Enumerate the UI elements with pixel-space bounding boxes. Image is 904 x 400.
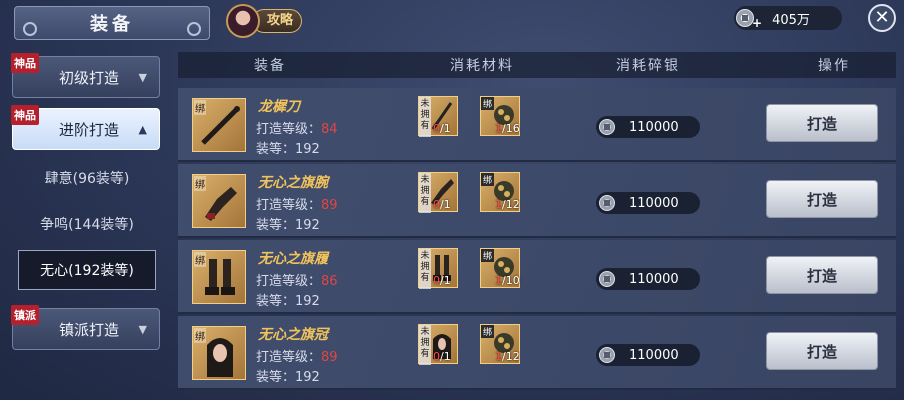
equipment-name: 无心之旗腕	[258, 175, 328, 191]
equipment-icon-crown[interactable]: 绑	[192, 326, 246, 380]
equip-level: 装等：192	[256, 294, 320, 309]
category-label: 进阶打造	[58, 120, 119, 139]
table-row: 绑 无心之旗腕 打造等级：89 装等：192 未拥有 0/1 绑 1/12 11…	[178, 164, 896, 238]
category-basic-forge[interactable]: 神品 初级打造 ▼	[11, 53, 160, 98]
material-ore-icon[interactable]: 绑 1/12	[480, 324, 520, 364]
silver-cost: 110000	[596, 344, 700, 366]
forge-button[interactable]: 打造	[766, 256, 878, 294]
forge-button[interactable]: 打造	[766, 104, 878, 142]
column-header: 消耗材料	[450, 58, 514, 74]
category-label: 镇派打造	[58, 320, 119, 339]
silver-coin-icon	[736, 9, 754, 27]
cost-value: 110000	[629, 119, 679, 135]
forge-button[interactable]: 打造	[766, 180, 878, 218]
material-count: 1/16	[495, 122, 520, 135]
equip-level: 装等：192	[256, 370, 320, 385]
silver-coin-icon	[599, 195, 615, 211]
strategy-button[interactable]: 攻略	[226, 4, 302, 38]
forge-level: 打造等级：86	[256, 274, 338, 289]
subcategory-item[interactable]: 肆意(96装等)	[18, 158, 156, 198]
not-owned-tag: 未拥有	[419, 325, 431, 365]
material-ore-icon[interactable]: 绑 1/12	[480, 172, 520, 212]
silver-balance[interactable]: + 405万	[734, 6, 842, 30]
category-tag: 镇派	[11, 305, 39, 325]
subcategory-item[interactable]: 争鸣(144装等)	[18, 204, 156, 244]
silver-cost: 110000	[596, 268, 700, 290]
page-title-box: 装备	[14, 6, 210, 40]
chevron-up-icon: ▲	[138, 122, 147, 136]
bound-tag: 绑	[481, 325, 495, 338]
material-count: 0/1	[433, 198, 451, 211]
material-weapon-icon[interactable]: 未拥有 0/1	[418, 96, 458, 137]
forge-level: 打造等级：89	[256, 198, 338, 213]
equipment-name: 无心之旗冠	[258, 327, 328, 343]
bound-tag: 绑	[194, 328, 206, 343]
not-owned-tag: 未拥有	[419, 97, 431, 137]
column-header: 装备	[254, 58, 286, 74]
silver-coin-icon	[599, 271, 615, 287]
bound-tag: 绑	[481, 249, 495, 262]
silver-amount: 405万	[772, 12, 810, 28]
equipment-icon-boots[interactable]: 绑	[192, 250, 246, 304]
chevron-down-icon: ▼	[138, 70, 147, 84]
subcategory-item-selected[interactable]: 无心(192装等)	[18, 250, 156, 290]
bound-tag: 绑	[194, 176, 206, 191]
title-ornament-right-icon	[187, 22, 201, 36]
material-count: 0/1	[433, 122, 451, 135]
cost-value: 110000	[629, 195, 679, 211]
cost-value: 110000	[629, 271, 679, 287]
table-row: 绑 无心之旗履 打造等级：86 装等：192 未拥有 0/1 绑 1/10 11…	[178, 240, 896, 314]
table-row: 绑 无心之旗冠 打造等级：89 装等：192 未拥有 0/1 绑 1/12 11…	[178, 316, 896, 390]
column-header: 消耗碎银	[616, 58, 680, 74]
material-ore-icon[interactable]: 绑 1/10	[480, 248, 520, 288]
equip-level: 装等：192	[256, 142, 320, 157]
material-crown-icon[interactable]: 未拥有 0/1	[418, 324, 458, 365]
bound-tag: 绑	[481, 173, 495, 186]
material-bracer-icon[interactable]: 未拥有 0/1	[418, 172, 458, 213]
material-count: 1/12	[495, 350, 520, 363]
silver-cost: 110000	[596, 116, 700, 138]
silver-cost: 110000	[596, 192, 700, 214]
forge-table: 装备 消耗材料 消耗碎银 操作 绑 龙樨刀 打造等级：84 装等：192 未拥有…	[178, 52, 896, 400]
strategy-avatar	[226, 4, 260, 38]
title-ornament-left-icon	[23, 22, 37, 36]
equipment-icon-saber[interactable]: 绑	[192, 98, 246, 152]
bound-tag: 绑	[194, 252, 206, 267]
silver-coin-icon	[599, 347, 615, 363]
page-title: 装备	[90, 14, 134, 35]
category-label: 初级打造	[58, 68, 119, 87]
material-boots-icon[interactable]: 未拥有 0/1	[418, 248, 458, 289]
not-owned-tag: 未拥有	[419, 249, 431, 289]
material-count: 1/12	[495, 198, 520, 211]
forge-level: 打造等级：89	[256, 350, 338, 365]
category-tag: 神品	[11, 105, 39, 125]
forge-level: 打造等级：84	[256, 122, 338, 137]
equipment-icon-bracer[interactable]: 绑	[192, 174, 246, 228]
table-row: 绑 龙樨刀 打造等级：84 装等：192 未拥有 0/1 绑 1/16 1100…	[178, 88, 896, 162]
forge-button[interactable]: 打造	[766, 332, 878, 370]
material-count: 0/1	[433, 350, 451, 363]
category-advanced-forge[interactable]: 神品 进阶打造 ▲	[11, 105, 160, 150]
chevron-down-icon: ▼	[138, 322, 147, 336]
material-count: 0/1	[433, 274, 451, 287]
equipment-name: 龙樨刀	[258, 99, 300, 115]
bound-tag: 绑	[194, 100, 206, 115]
cost-value: 110000	[629, 347, 679, 363]
column-header: 操作	[818, 58, 850, 74]
silver-coin-icon	[599, 119, 615, 135]
close-icon[interactable]: ✕	[868, 4, 896, 32]
table-header: 装备 消耗材料 消耗碎银 操作	[178, 52, 896, 78]
equipment-name: 无心之旗履	[258, 251, 328, 267]
equip-level: 装等：192	[256, 218, 320, 233]
material-count: 1/10	[495, 274, 520, 287]
category-sect-forge[interactable]: 镇派 镇派打造 ▼	[11, 305, 160, 350]
bound-tag: 绑	[481, 97, 495, 110]
material-ore-icon[interactable]: 绑 1/16	[480, 96, 520, 136]
sidebar: 神品 初级打造 ▼ 神品 进阶打造 ▲ 肆意(96装等) 争鸣(144装等) 无…	[0, 50, 170, 400]
category-tag: 神品	[11, 53, 39, 73]
not-owned-tag: 未拥有	[419, 173, 431, 213]
top-bar: 装备 攻略 + 405万 ✕	[0, 0, 904, 44]
